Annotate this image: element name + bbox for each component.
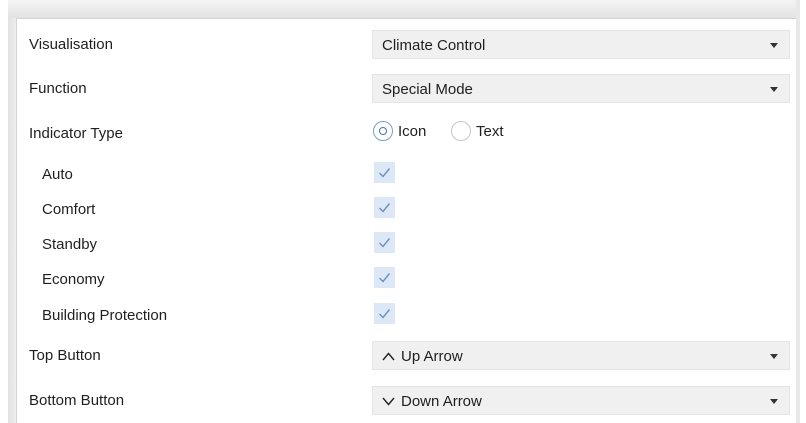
- parameters-panel: Visualisation Climate Control Function S…: [17, 19, 790, 423]
- window-right-border: [796, 0, 800, 423]
- checkmark-icon: [379, 168, 391, 178]
- function-value: Special Mode: [382, 81, 473, 98]
- mode-label-standby: Standby: [42, 236, 98, 253]
- indicator-type-label: Indicator Type: [29, 125, 123, 142]
- bottom-button-label: Bottom Button: [29, 392, 125, 409]
- window-left-border: [8, 18, 17, 423]
- function-label: Function: [29, 80, 87, 97]
- visualisation-value: Climate Control: [382, 37, 486, 54]
- bottom-button-dropdown[interactable]: Down Arrow: [372, 386, 790, 415]
- checkbox-economy[interactable]: [374, 267, 395, 288]
- top-button-label: Top Button: [29, 347, 101, 364]
- caret-down-icon: [770, 43, 778, 48]
- mode-label-comfort: Comfort: [42, 201, 96, 218]
- checkmark-icon: [379, 309, 391, 319]
- bottom-button-value-wrap: Down Arrow: [382, 393, 482, 410]
- mode-row-economy: Economy: [17, 262, 789, 296]
- checkmark-icon: [379, 273, 391, 283]
- chevron-down-icon: [382, 397, 395, 406]
- top-button-value-wrap: Up Arrow: [382, 348, 463, 365]
- mode-row-comfort: Comfort: [17, 192, 789, 226]
- radio-text-label[interactable]: Text: [476, 123, 504, 140]
- checkbox-comfort[interactable]: [374, 197, 395, 218]
- visualisation-label: Visualisation: [29, 36, 113, 53]
- checkmark-icon: [379, 203, 391, 213]
- caret-down-icon: [770, 399, 778, 404]
- caret-down-icon: [770, 354, 778, 359]
- top-button-row: Top Button Up Arrow: [17, 338, 790, 372]
- checkbox-standby[interactable]: [374, 232, 395, 253]
- radio-selected-icon: [379, 127, 387, 135]
- top-button-value: Up Arrow: [401, 348, 463, 365]
- bottom-button-row: Bottom Button Down Arrow: [17, 383, 790, 417]
- checkmark-icon: [379, 238, 391, 248]
- indicator-type-row: Indicator Type Icon Text: [17, 116, 789, 150]
- mode-label-auto: Auto: [42, 166, 73, 183]
- chevron-up-icon: [382, 352, 395, 361]
- radio-icon-option[interactable]: [373, 121, 393, 141]
- checkbox-auto[interactable]: [374, 162, 395, 183]
- mode-row-auto: Auto: [17, 157, 789, 191]
- visualisation-row: Visualisation Climate Control: [17, 27, 790, 61]
- function-row: Function Special Mode: [17, 71, 790, 105]
- caret-down-icon: [770, 87, 778, 92]
- checkbox-building-protection[interactable]: [374, 303, 395, 324]
- radio-icon-label[interactable]: Icon: [398, 123, 426, 140]
- window-top-border: [8, 0, 798, 19]
- top-button-dropdown[interactable]: Up Arrow: [372, 341, 790, 370]
- mode-label-economy: Economy: [42, 271, 105, 288]
- visualisation-dropdown[interactable]: Climate Control: [372, 30, 790, 59]
- function-dropdown[interactable]: Special Mode: [372, 74, 790, 103]
- mode-row-building-protection: Building Protection: [17, 298, 789, 332]
- mode-label-building-protection: Building Protection: [42, 307, 168, 324]
- mode-row-standby: Standby: [17, 227, 789, 261]
- bottom-button-value: Down Arrow: [401, 393, 482, 410]
- radio-text-option[interactable]: [451, 121, 471, 141]
